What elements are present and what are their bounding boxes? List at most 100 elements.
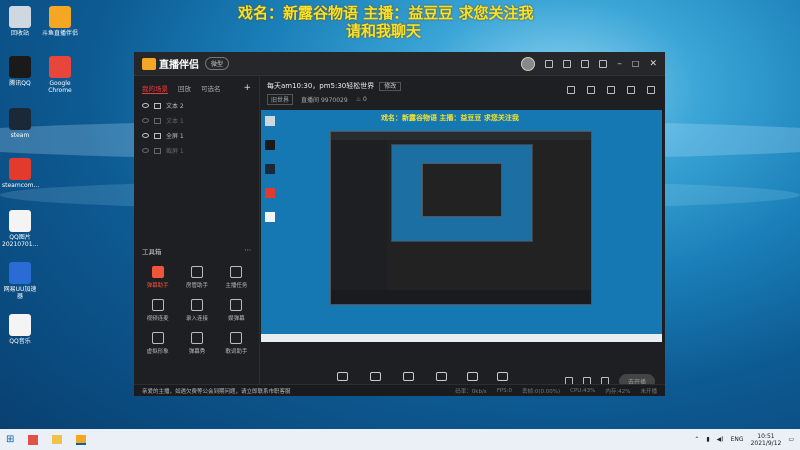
status-bar: 亲爱的主播，如遇欠费等公会到期问题，请立即联系市职客服 码率：0kb/s FPS… [134, 384, 665, 396]
app-icon [9, 314, 31, 336]
shirt-icon[interactable] [581, 59, 590, 68]
app-window: 直播伴侣 微型 – □ ✕ 我的场景 回放 可选名 + 文本 2 文本 1 全屏 1 截屏 … [134, 52, 665, 396]
unlock-icon[interactable] [607, 86, 615, 94]
tool-label: 房管助手 [185, 283, 208, 289]
source-icon [466, 371, 478, 381]
scene-label: 截屏 1 [166, 148, 184, 155]
version-badge[interactable]: 微型 [205, 57, 230, 70]
tool-grid: 弹幕助手 房管助手 主播任务视频连麦 录入连接 娱弹幕虚拟形象 弹幕秀 歌词助手 [138, 266, 256, 355]
app-icon [9, 210, 31, 232]
status-mem: 内存:42% [605, 388, 631, 395]
add-scene-icon[interactable]: + [243, 83, 251, 94]
visibility-icon[interactable] [142, 118, 149, 123]
edit-button[interactable]: 修改 [379, 82, 402, 91]
more-icon[interactable]: ⋯ [245, 246, 252, 256]
scene-item[interactable]: 全屏 1 [134, 128, 259, 143]
tool-icon [190, 266, 203, 278]
desktop-icon[interactable]: steamcom... [2, 158, 40, 189]
source-icon [154, 102, 161, 109]
source-icon [154, 132, 161, 139]
visibility-icon[interactable] [142, 148, 149, 153]
taskbar-app-1-icon[interactable] [28, 434, 39, 445]
desktop-icon[interactable]: 斗鱼直播伴侣 [42, 6, 78, 37]
notification-icon[interactable]: ▭ [788, 436, 794, 443]
scene-item[interactable]: 文本 2 [134, 98, 259, 113]
tool-icon [230, 299, 243, 311]
scene-item[interactable]: 文本 1 [134, 113, 259, 128]
maximize-icon[interactable]: □ [632, 59, 640, 68]
desktop-icon[interactable]: QQ音乐 [2, 314, 38, 345]
tool-button[interactable]: 娱弹幕 [217, 299, 256, 322]
lock-icon[interactable] [587, 86, 595, 94]
network-icon[interactable]: ▮ [706, 436, 709, 443]
clock[interactable]: 10:51 2021/9/12 [751, 433, 782, 447]
desktop-icon[interactable]: 网易UU加速器 [2, 262, 38, 300]
status-fps: FPS:0 [496, 387, 513, 394]
user-avatar[interactable] [521, 56, 536, 71]
tab-1[interactable]: 回放 [178, 83, 191, 94]
scene-item[interactable]: 截屏 1 [134, 143, 259, 158]
tool-button[interactable]: 房管助手 [177, 266, 216, 289]
visibility-icon[interactable] [142, 133, 149, 138]
windows-start-icon[interactable]: ⊞ [6, 434, 14, 445]
minimize-icon[interactable]: – [617, 59, 622, 69]
language-indicator[interactable]: ENG [731, 436, 744, 443]
share-icon[interactable] [647, 86, 655, 94]
sidebar: 我的场景 回放 可选名 + 文本 2 文本 1 全屏 1 截屏 1 工具箱 ⋯ 弹幕助手 房管… [134, 76, 260, 384]
tool-button[interactable]: 弹幕助手 [138, 266, 177, 289]
tool-label: 虚拟形象 [146, 349, 169, 355]
chevron-up-icon[interactable]: ⌃ [694, 436, 699, 443]
tool-button[interactable]: 视频连麦 [138, 299, 177, 322]
app-icon [49, 6, 71, 28]
taskbar-live-icon[interactable] [76, 434, 87, 445]
source-icon [154, 117, 161, 124]
tool-icon [230, 332, 243, 344]
desktop-icon[interactable]: 腾讯QQ [2, 56, 38, 87]
logo-icon [142, 57, 156, 70]
source-icon [497, 371, 509, 381]
heat-value: 0 [362, 96, 367, 103]
scene-tabs: 我的场景 回放 可选名 + [134, 76, 259, 98]
gift-icon[interactable] [567, 86, 575, 94]
tool-button[interactable]: 弹幕秀 [177, 332, 216, 355]
room-label: 直播间 [301, 97, 320, 104]
clock-time: 10:51 [757, 432, 775, 440]
tool-button[interactable]: 主播任务 [217, 266, 256, 289]
visibility-icon[interactable] [142, 103, 149, 108]
desktop-icon[interactable]: Google Chrome [42, 56, 78, 94]
clock-date: 2021/9/12 [750, 439, 782, 447]
settings-icon[interactable] [545, 59, 554, 68]
desktop-icon[interactable]: steam [2, 108, 38, 139]
mail-icon[interactable] [563, 59, 572, 68]
desktop-icon-label: steamcom... [2, 182, 40, 189]
tool-icon [190, 299, 203, 311]
toolbox-header: 工具箱 ⋯ [142, 246, 251, 256]
category-badge[interactable]: 旧世界 [267, 94, 294, 105]
tool-button[interactable]: 录入连接 [177, 299, 216, 322]
status-open: 未开播 [640, 388, 657, 395]
desktop-icon[interactable]: QQ图片 20210701... [2, 210, 38, 248]
bell-icon[interactable] [627, 86, 635, 94]
tab-2[interactable]: 可选名 [201, 83, 221, 94]
source-icon [436, 371, 448, 381]
close-icon[interactable]: ✕ [649, 59, 657, 69]
tool-button[interactable]: 歌词助手 [217, 332, 256, 355]
taskbar-folder-icon[interactable] [52, 435, 63, 444]
desktop-icon[interactable]: 回收站 [2, 6, 38, 37]
stream-preview[interactable]: 戏名：新露谷物语 主播：益豆豆 求您关注我 [261, 110, 662, 342]
preview-overlay-text: 戏名：新露谷物语 主播：益豆豆 求您关注我 [381, 114, 519, 122]
tool-label: 弹幕秀 [188, 349, 206, 355]
title-bar: 直播伴侣 微型 – □ ✕ [134, 52, 665, 76]
status-drop: 丢帧:0(0.00%) [522, 388, 561, 395]
desktop-icon-label: 斗鱼直播伴侣 [42, 30, 79, 37]
stream-info: 每天am10:30，pm5:30轻松世界 修改 旧世界 直播间 9970029 ♨… [261, 76, 665, 106]
menu-icon[interactable] [599, 59, 608, 68]
volume-icon[interactable]: ◀) [717, 436, 724, 443]
tool-button[interactable]: 虚拟形象 [138, 332, 177, 355]
tab-0[interactable]: 我的场景 [142, 83, 168, 94]
tool-icon [230, 266, 243, 278]
toolbox-title: 工具箱 [142, 248, 162, 256]
desktop-icon-label: 腾讯QQ [9, 80, 31, 87]
taskbar: ⊞ ⌃ ▮ ◀) ENG 10:51 2021/9/12 ▭ [0, 429, 800, 450]
app-logo: 直播伴侣 [142, 56, 199, 71]
